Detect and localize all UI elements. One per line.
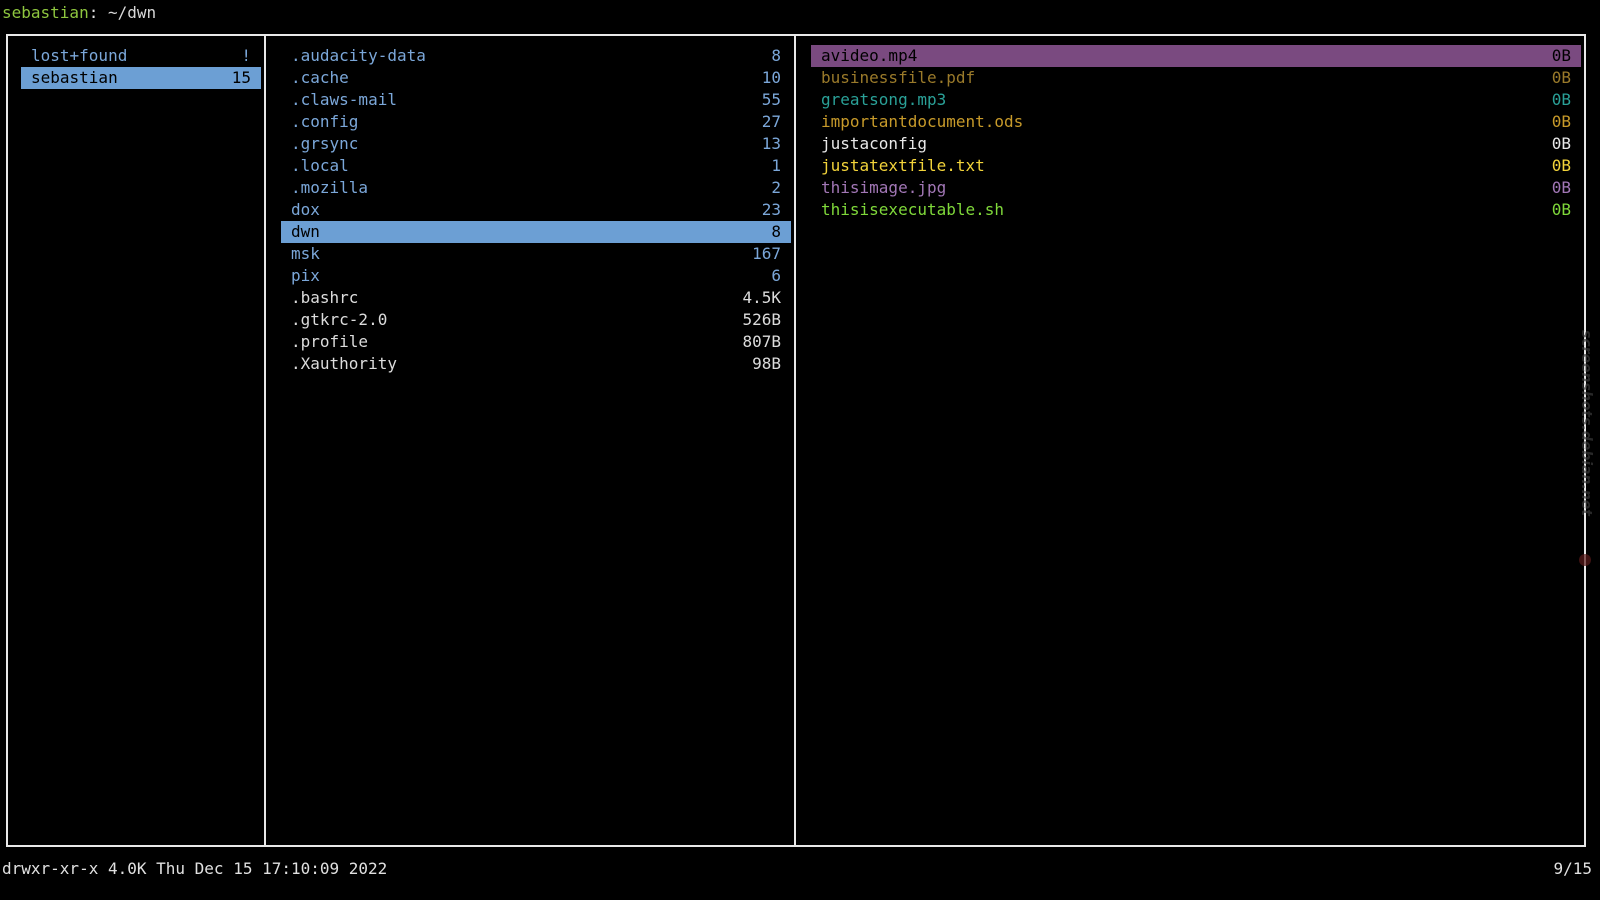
dir-entry-selected[interactable]: dwn 8 [281, 221, 791, 243]
entry-name: justaconfig [821, 134, 927, 153]
entry-size: ! [241, 46, 251, 65]
title-user: sebastian [2, 3, 89, 22]
watermark: screenshots.debian.net [1578, 330, 1594, 516]
entry-size: 0B [1551, 178, 1571, 197]
pane-divider [264, 34, 266, 847]
dir-entry[interactable]: .mozilla 2 [281, 177, 791, 199]
entry-name: lost+found [31, 46, 128, 65]
entry-name: .Xauthority [291, 354, 397, 373]
dir-entry[interactable]: .cache 10 [281, 67, 791, 89]
entry-name: .cache [291, 68, 349, 87]
entry-name: justatextfile.txt [821, 156, 985, 175]
entry-name: .claws-mail [291, 90, 397, 109]
file-entry[interactable]: .Xauthority 98B [281, 353, 791, 375]
entry-size: 0B [1551, 46, 1571, 65]
dir-entry[interactable]: .claws-mail 55 [281, 89, 791, 111]
entry-size: 0B [1551, 200, 1571, 219]
debian-logo-icon [1579, 554, 1591, 566]
dir-entry[interactable]: pix 6 [281, 265, 791, 287]
entry-name: greatsong.mp3 [821, 90, 947, 109]
entry-size: 10 [761, 68, 781, 87]
entry-name: sebastian [31, 68, 118, 87]
entry-size: 0B [1551, 112, 1571, 131]
parent-dir-lost-found[interactable]: lost+found ! [21, 45, 261, 67]
current-pane: .audacity-data 8 .cache 10 .claws-mail 5… [281, 45, 791, 375]
entry-size: 526B [742, 310, 781, 329]
entry-size: 13 [761, 134, 781, 153]
file-entry[interactable]: justatextfile.txt 0B [811, 155, 1581, 177]
status-position: 9/15 [1553, 859, 1592, 878]
status-info: drwxr-xr-x 4.0K Thu Dec 15 17:10:09 2022 [2, 859, 388, 878]
entry-size: 8 [771, 46, 781, 65]
entry-size: 6 [771, 266, 781, 285]
file-entry[interactable]: .profile 807B [281, 331, 791, 353]
entry-size: 0B [1551, 156, 1571, 175]
entry-size: 15 [231, 68, 251, 87]
entry-name: businessfile.pdf [821, 68, 976, 87]
entry-name: .mozilla [291, 178, 369, 197]
entry-name: thisimage.jpg [821, 178, 947, 197]
entry-size: 1 [771, 156, 781, 175]
entry-name: .audacity-data [291, 46, 426, 65]
entry-size: 23 [761, 200, 781, 219]
entry-name: .gtkrc-2.0 [291, 310, 388, 329]
entry-name: avideo.mp4 [821, 46, 918, 65]
dir-entry[interactable]: .config 27 [281, 111, 791, 133]
entry-name: .bashrc [291, 288, 359, 307]
file-entry[interactable]: businessfile.pdf 0B [811, 67, 1581, 89]
pane-divider [794, 34, 796, 847]
entry-size: 98B [752, 354, 781, 373]
entry-name: .profile [291, 332, 369, 351]
entry-size: 2 [771, 178, 781, 197]
entry-size: 0B [1551, 134, 1571, 153]
title-path: ~/dwn [107, 3, 157, 22]
entry-name: dwn [291, 222, 320, 241]
file-entry[interactable]: thisimage.jpg 0B [811, 177, 1581, 199]
entry-name: thisisexecutable.sh [821, 200, 1005, 219]
title-separator: : [88, 3, 108, 22]
file-entry[interactable]: importantdocument.ods 0B [811, 111, 1581, 133]
file-entry-selected[interactable]: avideo.mp4 0B [811, 45, 1581, 67]
entry-size: 55 [761, 90, 781, 109]
entry-name: .config [291, 112, 359, 131]
title-bar: sebastian: ~/dwn [2, 3, 156, 23]
entry-name: pix [291, 266, 320, 285]
entry-size: 27 [761, 112, 781, 131]
entry-size: 167 [752, 244, 781, 263]
entry-name: dox [291, 200, 320, 219]
entry-name: .grsync [291, 134, 359, 153]
parent-dir-sebastian-selected[interactable]: sebastian 15 [21, 67, 261, 89]
entry-size: 0B [1551, 68, 1571, 87]
entry-size: 0B [1551, 90, 1571, 109]
file-entry[interactable]: .bashrc 4.5K [281, 287, 791, 309]
parent-pane: lost+found ! sebastian 15 [21, 45, 261, 89]
dir-entry[interactable]: .local 1 [281, 155, 791, 177]
dir-entry[interactable]: msk 167 [281, 243, 791, 265]
dir-entry[interactable]: dox 23 [281, 199, 791, 221]
file-entry[interactable]: thisisexecutable.sh 0B [811, 199, 1581, 221]
entry-name: .local [291, 156, 349, 175]
entry-size: 8 [771, 222, 781, 241]
file-entry[interactable]: greatsong.mp3 0B [811, 89, 1581, 111]
entry-size: 4.5K [742, 288, 781, 307]
entry-name: msk [291, 244, 320, 263]
preview-pane: avideo.mp4 0B businessfile.pdf 0B greats… [811, 45, 1581, 221]
dir-entry[interactable]: .grsync 13 [281, 133, 791, 155]
dir-entry[interactable]: .audacity-data 8 [281, 45, 791, 67]
file-entry[interactable]: .gtkrc-2.0 526B [281, 309, 791, 331]
file-entry[interactable]: justaconfig 0B [811, 133, 1581, 155]
entry-size: 807B [742, 332, 781, 351]
entry-name: importantdocument.ods [821, 112, 1024, 131]
